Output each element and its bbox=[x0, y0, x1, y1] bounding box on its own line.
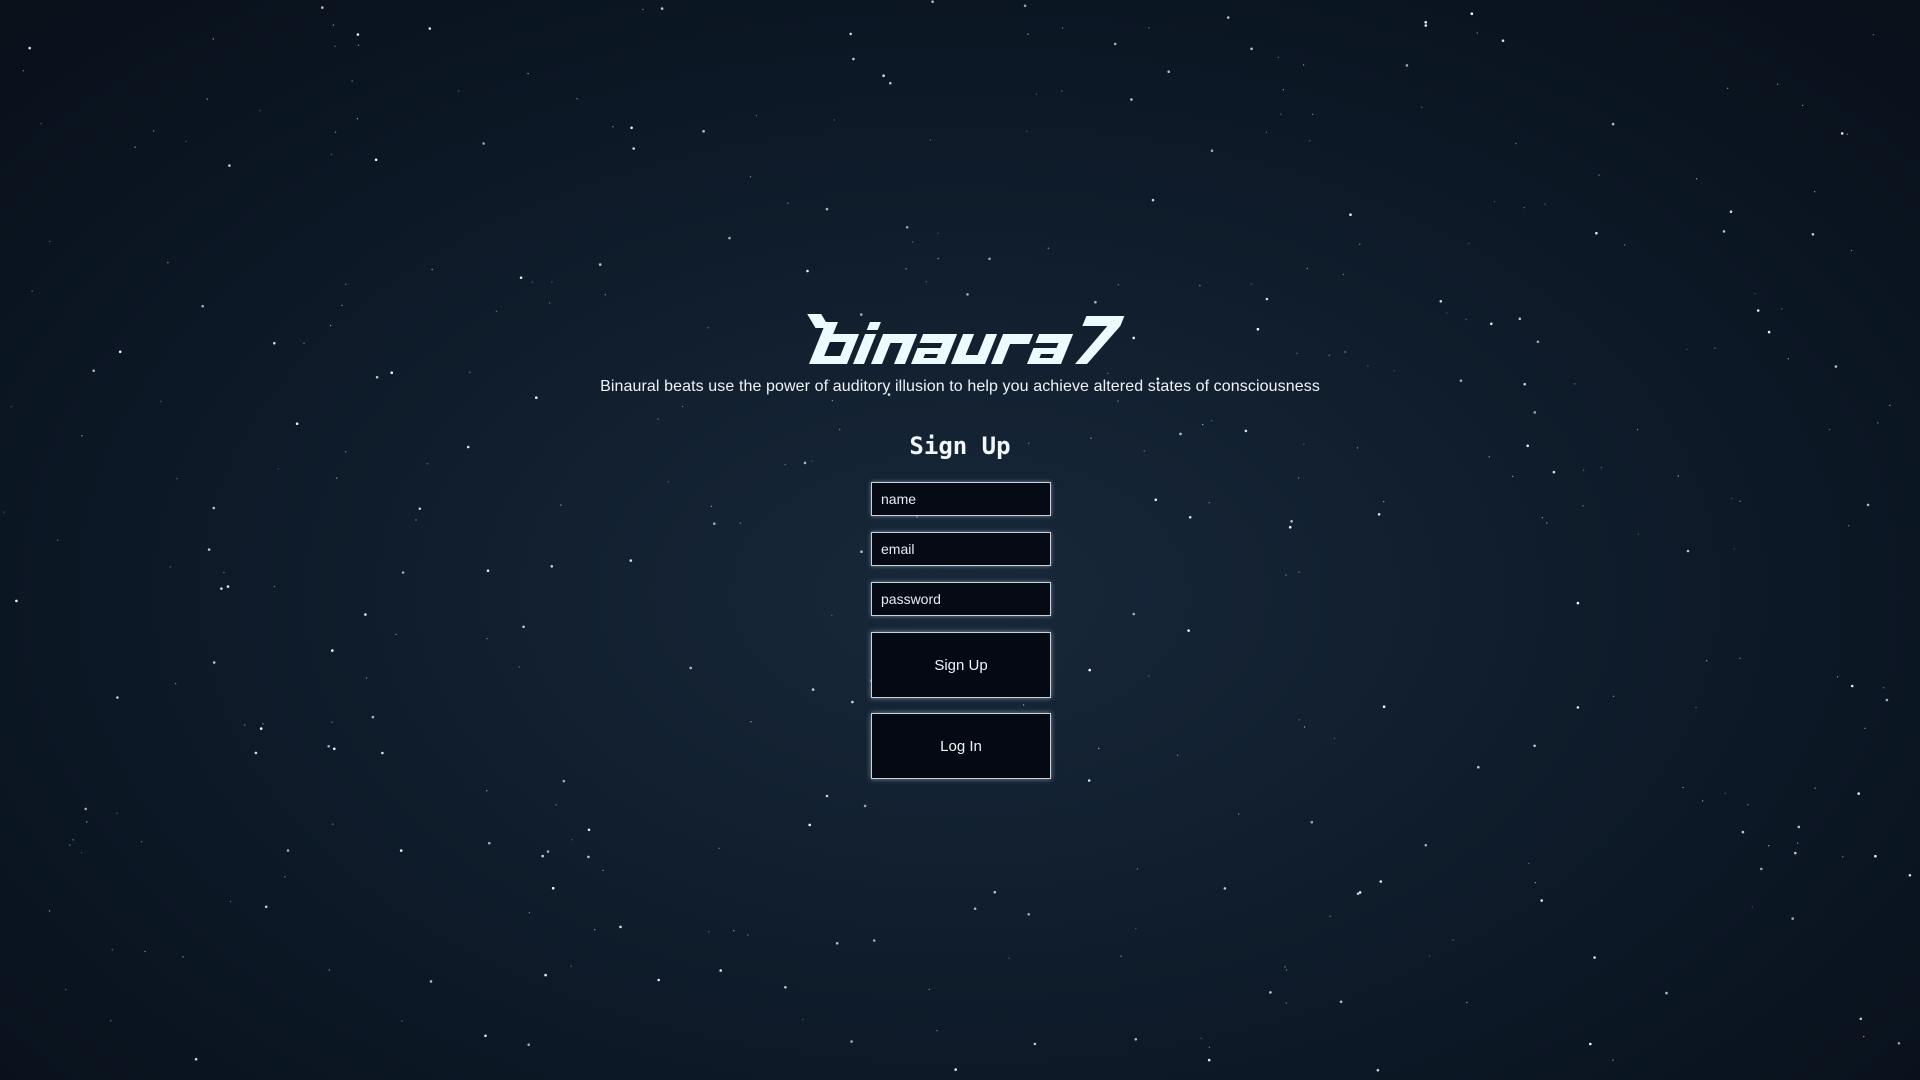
signup-page: Binaural beats use the power of auditory… bbox=[0, 0, 1920, 1080]
login-button[interactable]: Log In bbox=[871, 713, 1051, 779]
form-title: Sign Up bbox=[909, 432, 1011, 460]
email-input[interactable] bbox=[871, 532, 1051, 566]
tagline: Binaural beats use the power of auditory… bbox=[600, 378, 1320, 395]
password-input[interactable] bbox=[871, 582, 1051, 616]
signup-button[interactable]: Sign Up bbox=[871, 632, 1051, 698]
binaural-logo bbox=[807, 314, 1125, 364]
name-input[interactable] bbox=[871, 482, 1051, 516]
